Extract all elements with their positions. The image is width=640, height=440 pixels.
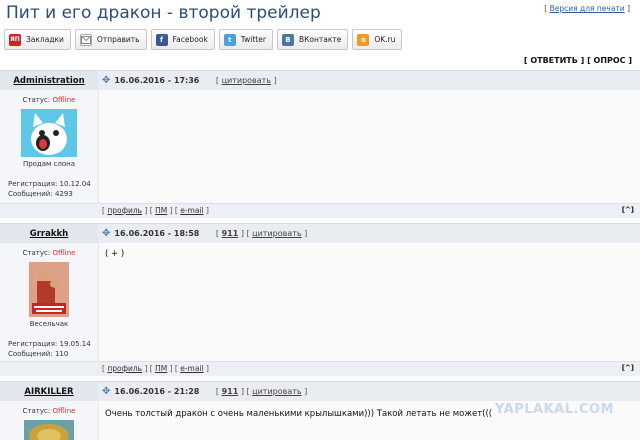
author-status: Статус: Offline bbox=[22, 407, 76, 415]
vk-icon: В bbox=[281, 33, 294, 46]
site-watermark: YAPLAKAL.COM bbox=[495, 402, 614, 417]
print-version: [ Версия для печати ] bbox=[544, 4, 630, 13]
post-body: ( + ) bbox=[98, 243, 640, 361]
page-title: Пит и его дракон - второй трейлер bbox=[6, 3, 321, 23]
post-link-icon[interactable]: ✥ bbox=[102, 386, 110, 397]
post-text: Очень толстый дракон с очень маленькими … bbox=[105, 409, 493, 419]
author-sidebar: Статус: Offline Продам слона Регистрация… bbox=[0, 90, 98, 203]
registration-date: 19.05.14 bbox=[59, 340, 91, 348]
pm-link[interactable]: ПМ bbox=[155, 206, 167, 215]
author-cell: AIRKILLER bbox=[0, 382, 98, 402]
post-date: 16.06.2016 - 21:28 bbox=[114, 387, 200, 396]
author-rank: Весельчак bbox=[29, 320, 69, 328]
share-ok-button[interactable]: о OK.ru bbox=[352, 29, 403, 50]
post-meta: ✥ 16.06.2016 - 18:58 [ 911 ] [ цитировать… bbox=[102, 228, 308, 239]
post-header: Administration ✥ 16.06.2016 - 17:36 [ цит… bbox=[0, 70, 640, 91]
message-count: 4293 bbox=[54, 189, 73, 198]
author-stats: Регистрация: 19.05.14 Сообщений: 110 bbox=[8, 340, 91, 358]
author-stats: Регистрация: 10.12.04 Сообщений: 4293 bbox=[8, 180, 91, 198]
author-name[interactable]: AIRKILLER bbox=[24, 387, 73, 397]
chevron-up-icon: ^ bbox=[624, 364, 631, 372]
post-date: 16.06.2016 - 17:36 bbox=[114, 76, 200, 85]
share-label: OK.ru bbox=[374, 35, 396, 44]
post-header: Grrakkh ✥ 16.06.2016 - 18:58 [ 911 ] [ ци… bbox=[0, 223, 640, 244]
author-name[interactable]: Grrakkh bbox=[30, 229, 68, 239]
reply-poll-links: [ ОТВЕТИТЬ ] [ ОПРОС ] bbox=[523, 56, 632, 65]
avatar[interactable] bbox=[29, 262, 69, 317]
post-header: AIRKILLER ✥ 16.06.2016 - 21:28 [ 911 ] [ … bbox=[0, 381, 640, 402]
author-sidebar: Статус: Offline bbox=[0, 401, 98, 440]
share-label: Facebook bbox=[172, 35, 208, 44]
post-link-icon[interactable]: ✥ bbox=[102, 228, 110, 239]
post-footer: [ профиль ] [ ПМ ] [ e-mail ] [^] bbox=[0, 361, 640, 376]
message-count: 110 bbox=[54, 349, 69, 358]
post-text: ( + ) bbox=[105, 249, 125, 259]
share-bar: ЯП Закладки Отправить f Facebook t Twitt… bbox=[4, 29, 403, 51]
share-label: Отправить bbox=[96, 35, 140, 44]
post: Grrakkh ✥ 16.06.2016 - 18:58 [ 911 ] [ ци… bbox=[0, 223, 640, 376]
share-vk-button[interactable]: В ВКонтакте bbox=[276, 29, 349, 50]
avatar[interactable] bbox=[21, 109, 77, 157]
registration-date: 10.12.04 bbox=[59, 180, 91, 188]
facebook-icon: f bbox=[155, 33, 168, 46]
post-date: 16.06.2016 - 18:58 bbox=[114, 229, 200, 238]
share-facebook-button[interactable]: f Facebook bbox=[150, 29, 215, 50]
pm-link[interactable]: ПМ bbox=[155, 364, 167, 373]
scroll-top-button[interactable]: [^] bbox=[622, 364, 634, 372]
profile-link[interactable]: профиль bbox=[107, 206, 142, 215]
reply-button[interactable]: ОТВЕТИТЬ bbox=[530, 56, 578, 65]
top-bar: Пит и его дракон - второй трейлер [ Верс… bbox=[0, 0, 640, 28]
author-status: Статус: Offline bbox=[22, 96, 76, 104]
post-body bbox=[98, 90, 640, 203]
poll-button[interactable]: ОПРОС bbox=[594, 56, 626, 65]
mail-icon bbox=[79, 33, 92, 46]
share-label: Закладки bbox=[26, 35, 64, 44]
share-bookmarks-button[interactable]: ЯП Закладки bbox=[4, 29, 71, 50]
post-number-link[interactable]: 911 bbox=[222, 229, 239, 238]
email-link[interactable]: e-mail bbox=[180, 206, 203, 215]
author-name[interactable]: Administration bbox=[13, 76, 84, 86]
author-rank: Продам слона bbox=[22, 160, 76, 168]
twitter-icon: t bbox=[223, 33, 236, 46]
ok-icon: о bbox=[357, 33, 370, 46]
offline-status: Offline bbox=[52, 407, 76, 415]
share-mail-button[interactable]: Отправить bbox=[74, 29, 147, 50]
share-label: Twitter bbox=[240, 35, 266, 44]
share-label: ВКонтакте bbox=[298, 35, 342, 44]
quote-link[interactable]: цитировать bbox=[222, 76, 271, 85]
profile-link[interactable]: профиль bbox=[107, 364, 142, 373]
avatar[interactable] bbox=[24, 420, 74, 440]
author-cell: Administration bbox=[0, 71, 98, 91]
quote-link[interactable]: цитировать bbox=[252, 387, 301, 396]
email-link[interactable]: e-mail bbox=[180, 364, 203, 373]
post: Administration ✥ 16.06.2016 - 17:36 [ цит… bbox=[0, 70, 640, 218]
quote-link[interactable]: цитировать bbox=[252, 229, 301, 238]
offline-status: Offline bbox=[52, 249, 76, 257]
author-cell: Grrakkh bbox=[0, 224, 98, 244]
post-number-link[interactable]: 911 bbox=[222, 387, 239, 396]
post-link-icon[interactable]: ✥ bbox=[102, 75, 110, 86]
print-version-link[interactable]: Версия для печати bbox=[550, 4, 625, 13]
post-meta: ✥ 16.06.2016 - 21:28 [ 911 ] [ цитировать… bbox=[102, 386, 308, 397]
scroll-top-button[interactable]: [^] bbox=[622, 206, 634, 214]
share-twitter-button[interactable]: t Twitter bbox=[218, 29, 273, 50]
author-status: Статус: Offline bbox=[22, 249, 76, 257]
offline-status: Offline bbox=[52, 96, 76, 104]
post-meta: ✥ 16.06.2016 - 17:36 [ цитировать ] bbox=[102, 75, 277, 86]
post-footer: [ профиль ] [ ПМ ] [ e-mail ] [^] bbox=[0, 203, 640, 218]
chevron-up-icon: ^ bbox=[624, 206, 631, 214]
author-sidebar: Статус: Offline Весельчак Регистрация: 1… bbox=[0, 243, 98, 361]
bookmarks-icon: ЯП bbox=[9, 33, 21, 46]
